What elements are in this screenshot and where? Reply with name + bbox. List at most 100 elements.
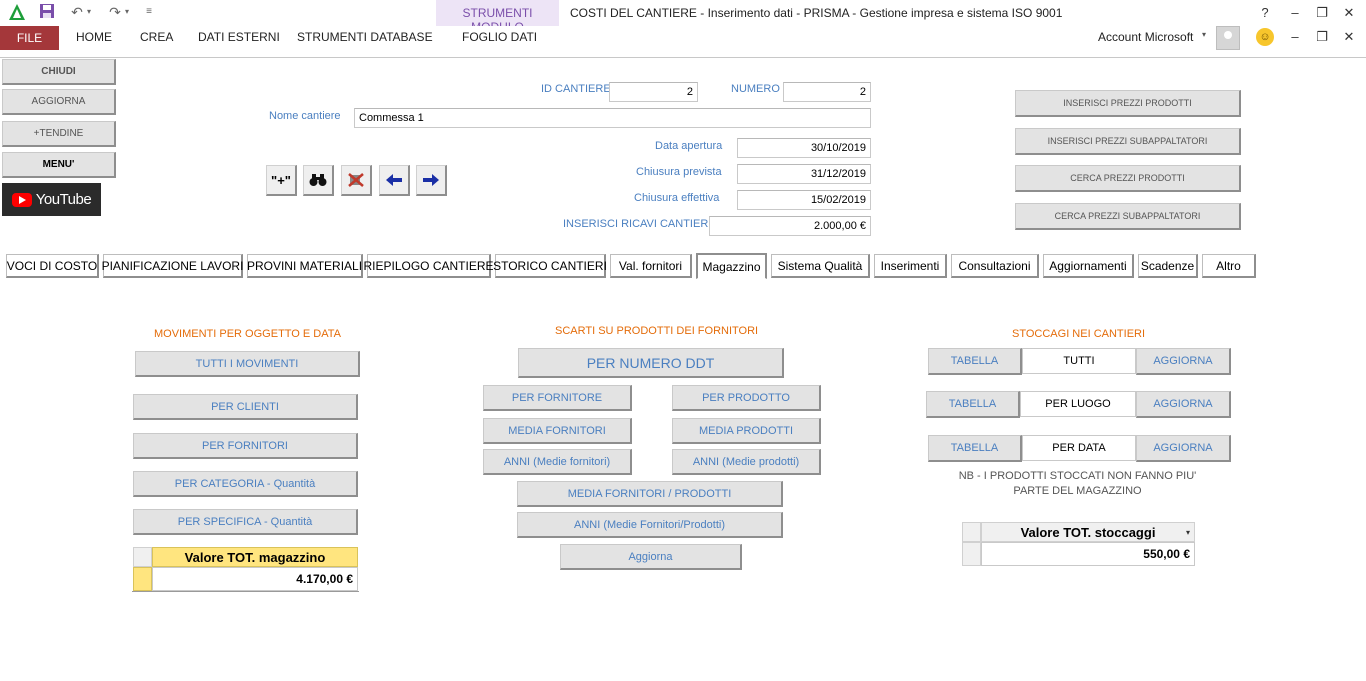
data-apertura-field[interactable]: 30/10/2019 <box>737 138 871 158</box>
tab-scadenze[interactable]: Scadenze <box>1138 254 1198 278</box>
tab-provini-materiali[interactable]: PROVINI MATERIALI <box>247 254 363 278</box>
arrow-left-icon[interactable] <box>379 165 410 196</box>
tab-sistema-qualita[interactable]: Sistema Qualità <box>771 254 870 278</box>
stoccaggi-corner-selector[interactable] <box>962 522 981 542</box>
ribbon-minimize-icon[interactable]: – <box>1286 28 1304 46</box>
customize-qat-icon[interactable]: ≡ <box>142 3 156 21</box>
per-categoria-button[interactable]: PER CATEGORIA - Quantità <box>133 471 358 497</box>
stoccaggi-data-aggiorna-button[interactable]: AGGIORNA <box>1136 435 1231 462</box>
minimize-icon[interactable]: – <box>1286 4 1304 22</box>
movimenti-section-title: MOVIMENTI PER OGGETTO E DATA <box>154 328 342 340</box>
avatar[interactable] <box>1216 26 1240 50</box>
stoccaggi-total-label: Valore TOT. stoccaggi <box>1020 524 1156 540</box>
tab-val-fornitori[interactable]: Val. fornitori <box>610 254 692 278</box>
ribbon-tab-home[interactable]: HOME <box>76 30 112 44</box>
stoccaggi-total-value[interactable]: 550,00 € <box>981 542 1195 566</box>
tab-voci-di-costo[interactable]: VOCI DI COSTO <box>6 254 99 278</box>
access-logo-icon <box>8 3 26 21</box>
nome-cantiere-label: Nome cantiere <box>269 110 341 122</box>
tab-altro[interactable]: Altro <box>1202 254 1256 278</box>
stoccaggi-note-line2: PARTE DEL MAGAZZINO <box>1013 485 1142 497</box>
chiusura-prevista-label: Chiusura prevista <box>636 166 722 178</box>
media-fornitori-button[interactable]: MEDIA FORNITORI <box>483 418 632 444</box>
per-numero-ddt-button[interactable]: PER NUMERO DDT <box>518 348 784 378</box>
column-dropdown-icon[interactable]: ▾ <box>1186 528 1190 537</box>
cerca-prezzi-subappaltatori-button[interactable]: CERCA PREZZI SUBAPPALTATORI <box>1015 203 1241 230</box>
stoccaggi-luogo-tabella-button[interactable]: TABELLA <box>926 391 1020 418</box>
anni-medie-prodotti-button[interactable]: ANNI (Medie prodotti) <box>672 449 821 475</box>
delete-record-icon[interactable] <box>341 165 372 196</box>
per-clienti-button[interactable]: PER CLIENTI <box>133 394 358 420</box>
tab-magazzino[interactable]: Magazzino <box>696 253 767 279</box>
redo-dropdown-icon[interactable]: ▾ <box>122 3 132 21</box>
new-record-button[interactable]: "+" <box>266 165 297 196</box>
per-fornitori-button[interactable]: PER FORNITORI <box>133 433 358 459</box>
ribbon-close-icon[interactable]: ✕ <box>1340 28 1358 46</box>
magazzino-record-selector[interactable] <box>133 567 152 591</box>
nome-cantiere-field[interactable]: Commessa 1 <box>354 108 871 128</box>
arrow-right-icon[interactable] <box>416 165 447 196</box>
help-button[interactable]: ? <box>1256 4 1274 22</box>
per-prodotto-button[interactable]: PER PRODOTTO <box>672 385 821 411</box>
per-fornitore-button[interactable]: PER FORNITORE <box>483 385 632 411</box>
tutti-movimenti-button[interactable]: TUTTI I MOVIMENTI <box>135 351 360 377</box>
tab-pianificazione-lavori[interactable]: PIANIFICAZIONE LAVORI <box>102 254 243 278</box>
stoccaggi-luogo-aggiorna-button[interactable]: AGGIORNA <box>1136 391 1231 418</box>
anni-medie-fornitori-button[interactable]: ANNI (Medie fornitori) <box>483 449 632 475</box>
youtube-play-icon <box>11 192 32 207</box>
stoccaggi-tutti-aggiorna-button[interactable]: AGGIORNA <box>1136 348 1231 375</box>
scarti-section-title: SCARTI SU PRODOTTI DEI FORNITORI <box>555 325 759 337</box>
cerca-prezzi-prodotti-button[interactable]: CERCA PREZZI PRODOTTI <box>1015 165 1241 192</box>
tab-storico-cantieri[interactable]: STORICO CANTIERI <box>493 254 607 278</box>
ribbon-tab-strumenti-database[interactable]: STRUMENTI DATABASE <box>297 30 433 44</box>
undo-dropdown-icon[interactable]: ▾ <box>84 3 94 21</box>
youtube-button[interactable]: YouTube <box>2 183 101 216</box>
tendine-button[interactable]: +TENDINE <box>2 121 116 147</box>
aggiorna-button[interactable]: AGGIORNA <box>2 89 116 115</box>
media-prodotti-button[interactable]: MEDIA PRODOTTI <box>672 418 821 444</box>
id-cantiere-label: ID CANTIERE <box>541 83 611 95</box>
save-icon[interactable] <box>38 3 56 21</box>
inserisci-prezzi-subappaltatori-button[interactable]: INSERISCI PREZZI SUBAPPALTATORI <box>1015 128 1241 155</box>
chiusura-prevista-field[interactable]: 31/12/2019 <box>737 164 871 184</box>
ribbon-tab-foglio-dati[interactable]: FOGLIO DATI <box>462 30 537 44</box>
account-label[interactable]: Account Microsoft <box>1098 30 1193 44</box>
per-specifica-button[interactable]: PER SPECIFICA - Quantità <box>133 509 358 535</box>
close-icon[interactable]: ✕ <box>1340 4 1358 22</box>
tab-riepilogo-cantiere[interactable]: RIEPILOGO CANTIERE <box>363 254 494 278</box>
inserisci-prezzi-prodotti-button[interactable]: INSERISCI PREZZI PRODOTTI <box>1015 90 1241 117</box>
tab-aggiornamenti[interactable]: Aggiornamenti <box>1043 254 1134 278</box>
anni-medie-fornitori-prodotti-button[interactable]: ANNI (Medie Fornitori/Prodotti) <box>517 512 783 538</box>
chiusura-effettiva-label: Chiusura effettiva <box>634 192 720 204</box>
magazzino-corner-selector[interactable] <box>133 547 152 567</box>
magazzino-bottom-line <box>132 591 359 592</box>
stoccaggi-tutti-label: TUTTI <box>1022 348 1136 374</box>
aggiorna-scarti-button[interactable]: Aggiorna <box>560 544 742 570</box>
ribbon-tab-file[interactable]: FILE <box>0 26 59 50</box>
magazzino-total-value[interactable]: 4.170,00 € <box>152 567 358 591</box>
feedback-smiley-icon[interactable]: ☺ <box>1256 28 1274 46</box>
numero-label: NUMERO <box>731 83 780 95</box>
ricavi-cantiere-field[interactable]: 2.000,00 € <box>709 216 871 236</box>
ribbon-tab-dati-esterni[interactable]: DATI ESTERNI <box>198 30 280 44</box>
chiudi-button[interactable]: CHIUDI <box>2 59 116 85</box>
account-dropdown-icon[interactable]: ▾ <box>1202 30 1206 39</box>
search-binoculars-icon[interactable] <box>303 165 334 196</box>
stoccaggi-record-selector[interactable] <box>962 542 981 566</box>
menu-button[interactable]: MENU' <box>2 152 116 178</box>
id-cantiere-field[interactable]: 2 <box>609 82 698 102</box>
ribbon-divider <box>0 57 1366 58</box>
restore-icon[interactable]: ❐ <box>1313 4 1331 22</box>
tab-inserimenti[interactable]: Inserimenti <box>874 254 947 278</box>
numero-field[interactable]: 2 <box>783 82 871 102</box>
media-fornitori-prodotti-button[interactable]: MEDIA FORNITORI / PRODOTTI <box>517 481 783 507</box>
stoccaggi-note-line1: NB - I PRODOTTI STOCCATI NON FANNO PIU' <box>958 470 1197 482</box>
tab-consultazioni[interactable]: Consultazioni <box>951 254 1039 278</box>
ribbon-restore-icon[interactable]: ❐ <box>1313 28 1331 46</box>
stoccaggi-data-tabella-button[interactable]: TABELLA <box>928 435 1022 462</box>
stoccaggi-luogo-label: PER LUOGO <box>1020 391 1136 417</box>
stoccaggi-tutti-tabella-button[interactable]: TABELLA <box>928 348 1022 375</box>
stoccaggi-data-label: PER DATA <box>1022 435 1136 461</box>
ribbon-tab-crea[interactable]: CREA <box>140 30 173 44</box>
chiusura-effettiva-field[interactable]: 15/02/2019 <box>737 190 871 210</box>
